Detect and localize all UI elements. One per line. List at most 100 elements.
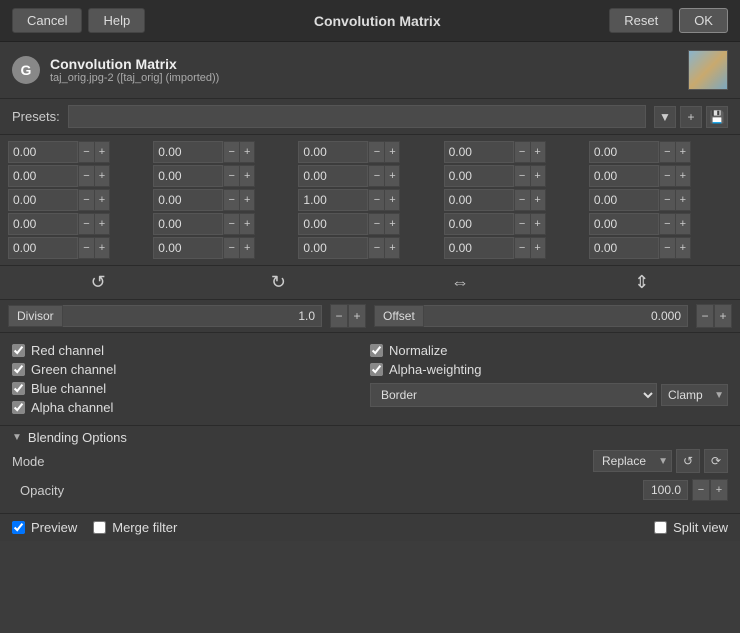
matrix-minus-1-3[interactable]: − [514, 165, 530, 187]
matrix-minus-4-2[interactable]: − [368, 237, 384, 259]
matrix-minus-0-4[interactable]: − [659, 141, 675, 163]
matrix-plus-3-0[interactable]: + [94, 213, 110, 235]
matrix-minus-1-0[interactable]: − [78, 165, 94, 187]
offset-value[interactable]: 0.000 [424, 305, 688, 327]
matrix-input-1-4[interactable] [589, 165, 659, 187]
matrix-input-0-0[interactable] [8, 141, 78, 163]
matrix-minus-2-4[interactable]: − [659, 189, 675, 211]
opacity-plus[interactable]: + [710, 479, 728, 501]
matrix-minus-3-4[interactable]: − [659, 213, 675, 235]
help-button[interactable]: Help [88, 8, 145, 33]
matrix-input-0-1[interactable] [153, 141, 223, 163]
matrix-plus-4-0[interactable]: + [94, 237, 110, 259]
matrix-input-2-3[interactable] [444, 189, 514, 211]
matrix-plus-2-3[interactable]: + [530, 189, 546, 211]
red-channel-checkbox[interactable] [12, 344, 25, 357]
rotate-cw-icon[interactable]: ↻ [263, 270, 294, 295]
matrix-input-3-3[interactable] [444, 213, 514, 235]
blue-channel-checkbox[interactable] [12, 382, 25, 395]
matrix-minus-3-1[interactable]: − [223, 213, 239, 235]
matrix-plus-4-1[interactable]: + [239, 237, 255, 259]
matrix-minus-3-0[interactable]: − [78, 213, 94, 235]
presets-dropdown-icon[interactable]: ▼ [654, 106, 676, 128]
flip-h-icon[interactable]: ⇔ [443, 270, 477, 295]
matrix-minus-2-2[interactable]: − [368, 189, 384, 211]
offset-minus[interactable]: − [696, 304, 714, 328]
alpha-channel-checkbox[interactable] [12, 401, 25, 414]
matrix-plus-2-1[interactable]: + [239, 189, 255, 211]
green-channel-checkbox[interactable] [12, 363, 25, 376]
matrix-minus-0-1[interactable]: − [223, 141, 239, 163]
matrix-input-3-2[interactable] [298, 213, 368, 235]
matrix-plus-2-0[interactable]: + [94, 189, 110, 211]
matrix-plus-3-2[interactable]: + [384, 213, 400, 235]
divisor-value[interactable]: 1.0 [63, 305, 322, 327]
clamp-select[interactable]: Clamp [661, 384, 728, 406]
matrix-input-1-3[interactable] [444, 165, 514, 187]
matrix-input-4-0[interactable] [8, 237, 78, 259]
opacity-value[interactable]: 100.0 [643, 480, 688, 500]
matrix-input-3-0[interactable] [8, 213, 78, 235]
matrix-minus-3-2[interactable]: − [368, 213, 384, 235]
matrix-input-2-0[interactable] [8, 189, 78, 211]
matrix-plus-0-2[interactable]: + [384, 141, 400, 163]
mode-select[interactable]: Replace [593, 450, 672, 472]
matrix-minus-4-4[interactable]: − [659, 237, 675, 259]
matrix-input-4-4[interactable] [589, 237, 659, 259]
matrix-minus-3-3[interactable]: − [514, 213, 530, 235]
matrix-input-4-3[interactable] [444, 237, 514, 259]
blending-header[interactable]: ▼ Blending Options [12, 430, 728, 445]
matrix-input-1-2[interactable] [298, 165, 368, 187]
matrix-input-2-4[interactable] [589, 189, 659, 211]
matrix-minus-4-1[interactable]: − [223, 237, 239, 259]
matrix-plus-0-0[interactable]: + [94, 141, 110, 163]
matrix-minus-2-0[interactable]: − [78, 189, 94, 211]
matrix-plus-4-4[interactable]: + [675, 237, 691, 259]
rotate-ccw-icon[interactable]: ↺ [83, 270, 114, 295]
alpha-weighting-checkbox[interactable] [370, 363, 383, 376]
presets-save-icon[interactable]: 💾 [706, 106, 728, 128]
matrix-plus-3-1[interactable]: + [239, 213, 255, 235]
matrix-plus-0-4[interactable]: + [675, 141, 691, 163]
matrix-input-0-2[interactable] [298, 141, 368, 163]
divisor-plus[interactable]: + [348, 304, 366, 328]
matrix-plus-1-1[interactable]: + [239, 165, 255, 187]
matrix-minus-2-3[interactable]: − [514, 189, 530, 211]
cancel-button[interactable]: Cancel [12, 8, 82, 33]
matrix-minus-4-0[interactable]: − [78, 237, 94, 259]
mode-reset-icon[interactable]: ↺ [676, 449, 700, 473]
matrix-input-4-2[interactable] [298, 237, 368, 259]
flip-v-icon[interactable]: ⇕ [626, 270, 657, 295]
matrix-plus-4-2[interactable]: + [384, 237, 400, 259]
matrix-minus-1-1[interactable]: − [223, 165, 239, 187]
matrix-plus-3-3[interactable]: + [530, 213, 546, 235]
mode-extra-icon[interactable]: ⟳ [704, 449, 728, 473]
matrix-plus-1-2[interactable]: + [384, 165, 400, 187]
matrix-minus-0-2[interactable]: − [368, 141, 384, 163]
matrix-minus-4-3[interactable]: − [514, 237, 530, 259]
presets-select[interactable] [68, 105, 646, 128]
normalize-checkbox[interactable] [370, 344, 383, 357]
merge-filter-checkbox[interactable] [93, 521, 106, 534]
matrix-minus-1-2[interactable]: − [368, 165, 384, 187]
divisor-minus[interactable]: − [330, 304, 348, 328]
matrix-plus-2-4[interactable]: + [675, 189, 691, 211]
preview-checkbox[interactable] [12, 521, 25, 534]
matrix-plus-1-3[interactable]: + [530, 165, 546, 187]
matrix-input-3-1[interactable] [153, 213, 223, 235]
reset-button[interactable]: Reset [609, 8, 673, 33]
matrix-plus-0-3[interactable]: + [530, 141, 546, 163]
matrix-minus-1-4[interactable]: − [659, 165, 675, 187]
matrix-plus-2-2[interactable]: + [384, 189, 400, 211]
split-view-checkbox[interactable] [654, 521, 667, 534]
border-select[interactable]: Border [370, 383, 657, 407]
matrix-input-3-4[interactable] [589, 213, 659, 235]
matrix-minus-0-0[interactable]: − [78, 141, 94, 163]
matrix-input-2-2[interactable] [298, 189, 368, 211]
offset-plus[interactable]: + [714, 304, 732, 328]
matrix-plus-3-4[interactable]: + [675, 213, 691, 235]
presets-add-icon[interactable]: + [680, 106, 702, 128]
matrix-input-0-4[interactable] [589, 141, 659, 163]
matrix-input-1-0[interactable] [8, 165, 78, 187]
matrix-minus-2-1[interactable]: − [223, 189, 239, 211]
